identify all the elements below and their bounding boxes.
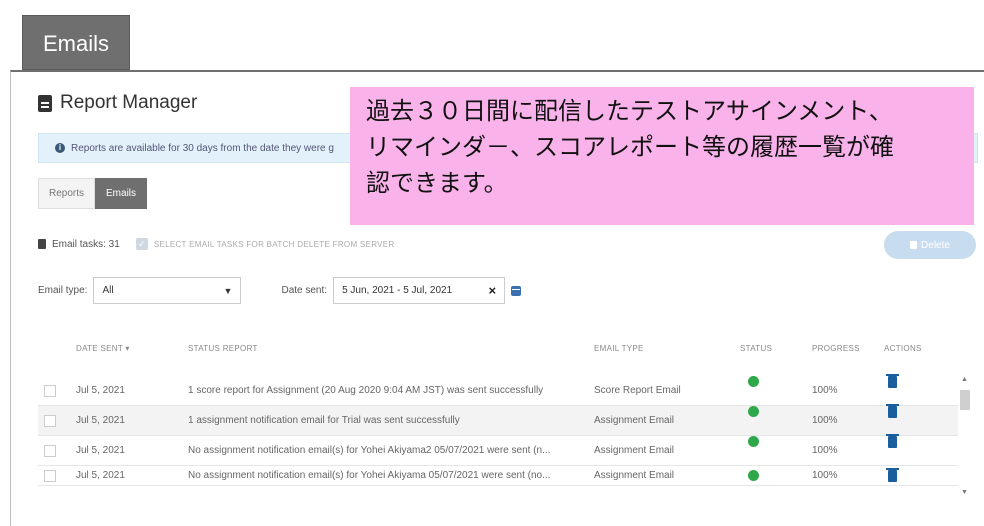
email-tasks-bar: Email tasks: 31 ✓ SELECT EMAIL TASKS FOR… xyxy=(38,238,394,250)
row-progress: 100% xyxy=(812,470,838,481)
row-date: Jul 5, 2021 xyxy=(76,415,125,426)
tab-reports[interactable]: Reports xyxy=(38,178,96,209)
row-email-type: Assignment Email xyxy=(594,415,675,426)
email-type-select[interactable]: All ▼ xyxy=(93,277,242,304)
status-ok-icon: ✓ xyxy=(748,436,759,455)
row-report: 1 assignment notification email for Tria… xyxy=(188,415,460,426)
row-report: 1 score report for Assignment (20 Aug 20… xyxy=(188,385,544,396)
column-progress: PROGRESS xyxy=(812,344,860,353)
callout-line-2: リマインダ－、スコアレポート等の履歴一覧が確 xyxy=(366,133,894,161)
table-scrollbar[interactable]: ▲ ▼ xyxy=(958,376,972,496)
status-ok-icon: ✓ xyxy=(748,470,759,485)
table-row: Jul 5, 2021 1 score report for Assignmen… xyxy=(38,374,958,406)
column-date-sent[interactable]: DATE SENT ▾ xyxy=(76,344,130,353)
tab-emails[interactable]: Emails xyxy=(95,178,148,209)
table-row: Jul 5, 2021 1 assignment notification em… xyxy=(38,404,958,436)
date-sent-input[interactable]: 5 Jun, 2021 - 5 Jul, 2021 × xyxy=(333,277,506,304)
page-title-text: Report Manager xyxy=(60,92,198,113)
column-status: STATUS xyxy=(740,344,773,353)
emails-page-tab[interactable]: Emails xyxy=(22,15,130,70)
calendar-icon[interactable] xyxy=(511,285,522,296)
clear-date-icon[interactable]: × xyxy=(488,283,496,298)
row-date: Jul 5, 2021 xyxy=(76,470,125,481)
email-type-label: Email type: xyxy=(38,285,88,296)
table-row: Jul 5, 2021 No assignment notification e… xyxy=(38,434,958,466)
trash-icon[interactable] xyxy=(886,468,899,482)
trash-icon xyxy=(910,241,918,249)
delete-button[interactable]: Delete xyxy=(884,231,976,259)
annotation-callout: 過去３０日間に配信したテストアサインメント、 リマインダ－、スコアレポート等の履… xyxy=(350,87,974,225)
batch-delete-label: SELECT EMAIL TASKS FOR BATCH DELETE FROM… xyxy=(153,239,395,249)
email-type-value: All xyxy=(102,285,114,296)
row-date: Jul 5, 2021 xyxy=(76,445,125,456)
row-email-type: Assignment Email xyxy=(594,445,675,456)
email-tasks-count: Email tasks: 31 xyxy=(52,238,120,250)
batch-select-checkbox[interactable]: ✓ xyxy=(135,238,148,250)
table-header: DATE SENT ▾ STATUS REPORT EMAIL TYPE STA… xyxy=(38,344,958,366)
callout-line-3: 認できます。 xyxy=(366,169,508,197)
scroll-up-icon[interactable]: ▲ xyxy=(961,376,968,383)
delete-button-label: Delete xyxy=(921,239,950,251)
info-text: Reports are available for 30 days from t… xyxy=(71,142,334,154)
trash-icon[interactable] xyxy=(886,404,899,418)
row-progress: 100% xyxy=(812,415,838,426)
row-progress: 100% xyxy=(812,385,838,396)
column-status-report: STATUS REPORT xyxy=(188,344,258,353)
row-email-type: Assignment Email xyxy=(594,470,675,481)
status-ok-icon: ✓ xyxy=(748,406,759,425)
chevron-down-icon: ▼ xyxy=(223,285,233,296)
table-row: Jul 5, 2021 No assignment notification e… xyxy=(38,466,958,486)
filters-bar: Email type: All ▼ Date sent: 5 Jun, 2021… xyxy=(38,277,522,304)
trash-icon[interactable] xyxy=(886,374,899,388)
trash-icon[interactable] xyxy=(886,434,899,448)
date-sent-label: Date sent: xyxy=(281,285,328,296)
row-checkbox[interactable] xyxy=(44,470,56,482)
status-ok-icon: ✓ xyxy=(748,376,759,395)
row-report: No assignment notification email(s) for … xyxy=(188,470,551,481)
column-actions: ACTIONS xyxy=(884,344,922,353)
callout-line-1: 過去３０日間に配信したテストアサインメント、 xyxy=(366,97,893,125)
page-title: Report Manager xyxy=(38,92,197,114)
row-email-type: Score Report Email xyxy=(594,385,681,396)
row-checkbox[interactable] xyxy=(44,415,56,427)
row-checkbox[interactable] xyxy=(44,385,56,397)
row-report: No assignment notification email(s) for … xyxy=(188,445,551,456)
row-date: Jul 5, 2021 xyxy=(76,385,125,396)
scroll-thumb[interactable] xyxy=(960,390,970,410)
date-sent-value: 5 Jun, 2021 - 5 Jul, 2021 xyxy=(342,285,453,296)
row-progress: 100% xyxy=(812,445,838,456)
info-icon: i xyxy=(55,143,65,153)
document-icon xyxy=(38,94,52,112)
column-email-type: EMAIL TYPE xyxy=(594,344,644,353)
row-checkbox[interactable] xyxy=(44,445,56,457)
document-icon xyxy=(38,239,46,249)
report-tabs: Reports Emails xyxy=(38,178,148,209)
scroll-down-icon[interactable]: ▼ xyxy=(961,489,968,496)
